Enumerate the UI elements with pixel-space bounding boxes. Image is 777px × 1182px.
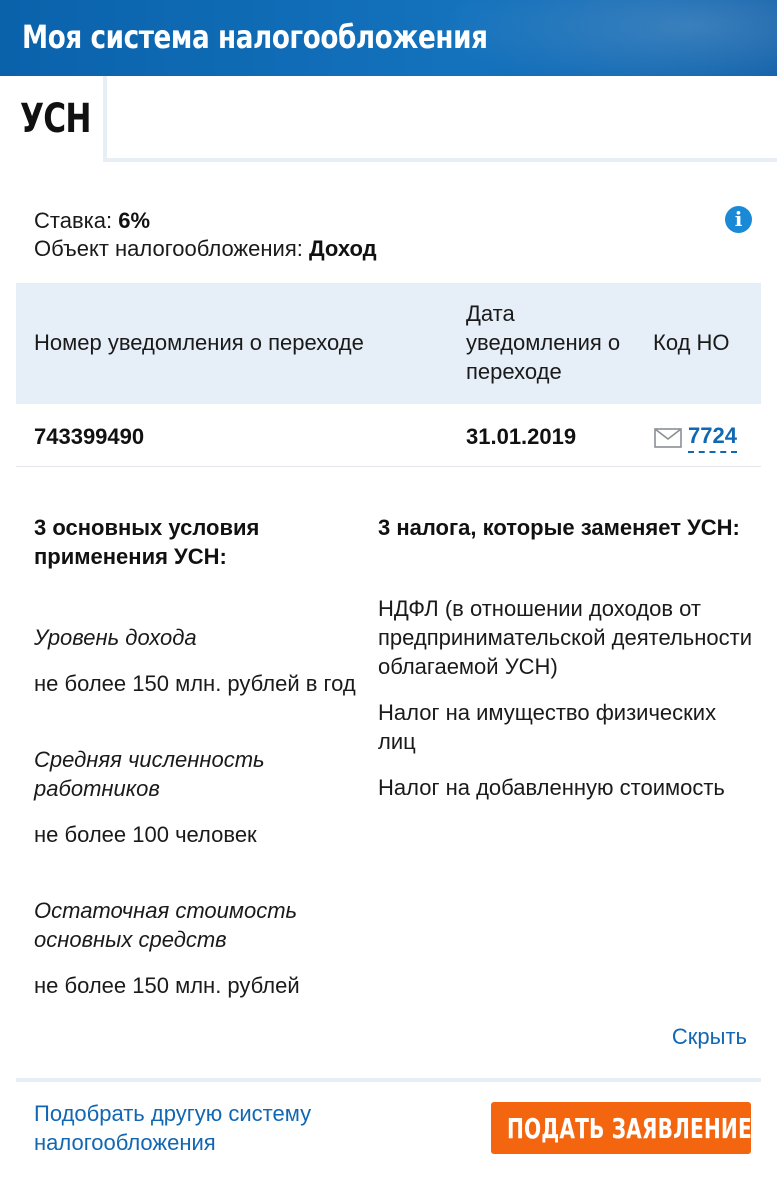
tab-strip-empty: [103, 76, 777, 162]
divider: [16, 1078, 761, 1082]
condition-value: не более 150 млн. рублей: [34, 973, 300, 998]
object-line: Объект налогообложения: Доход: [34, 236, 377, 262]
notification-table-header: Номер уведомления о переходе Дата уведом…: [16, 283, 761, 404]
replaced-taxes-title: 3 налога, которые заменяет УСН:: [378, 515, 740, 540]
tax-office-code-link[interactable]: 7724: [688, 423, 737, 453]
submit-application-button[interactable]: ПОДАТЬ ЗАЯВЛЕНИЕ: [491, 1102, 751, 1154]
header-notice-date: Дата уведомления о переходе: [466, 301, 621, 384]
object-value: Доход: [308, 236, 377, 261]
condition-label: Средняя численность работников: [34, 747, 265, 801]
header-notice-number: Номер уведомления о переходе: [34, 330, 364, 355]
header-title: Моя система налогообложения: [22, 18, 488, 56]
info-icon[interactable]: i: [725, 206, 752, 233]
object-label: Объект налогообложения:: [34, 236, 303, 261]
mail-icon: [654, 428, 682, 448]
conditions-title: 3 основных условия применения УСН:: [34, 515, 260, 569]
replaced-tax-item: НДФЛ (в отношении доходов от предпринима…: [378, 596, 752, 679]
replaced-taxes-column: 3 налога, которые заменяет УСН: НДФЛ (в …: [378, 513, 758, 802]
replaced-tax-item: Налог на имущество физических лиц: [378, 700, 717, 754]
rate-value: 6%: [118, 208, 151, 233]
replaced-tax-item: Налог на добавленную стоимость: [378, 775, 725, 800]
rate-label: Ставка:: [34, 208, 113, 233]
condition-label: Уровень дохода: [34, 625, 197, 650]
condition-value: не более 150 млн. рублей в год: [34, 671, 356, 696]
rate-line: Ставка: 6%: [34, 208, 150, 234]
page-header: Моя система налогообложения: [0, 0, 777, 76]
tabs-row: УСН: [0, 76, 777, 162]
tab-usn[interactable]: УСН: [0, 76, 103, 162]
table-row: 743399490 31.01.2019 7724: [16, 404, 761, 467]
condition-label: Остаточная стоимость основных средств: [34, 898, 298, 952]
hide-link[interactable]: Скрыть: [672, 1024, 747, 1050]
header-tax-office-code: Код НО: [653, 330, 730, 355]
choose-other-system-link[interactable]: Подобрать другую систему налогообложения: [34, 1099, 374, 1157]
submit-application-label: ПОДАТЬ ЗАЯВЛЕНИЕ: [507, 1112, 751, 1145]
tab-label: УСН: [20, 96, 92, 142]
tax-office-code[interactable]: 7724: [654, 423, 737, 453]
notice-date: 31.01.2019: [466, 424, 577, 449]
condition-value: не более 100 человек: [34, 822, 257, 847]
conditions-column: 3 основных условия применения УСН: Урове…: [34, 513, 364, 1000]
notice-number: 743399490: [34, 424, 145, 449]
